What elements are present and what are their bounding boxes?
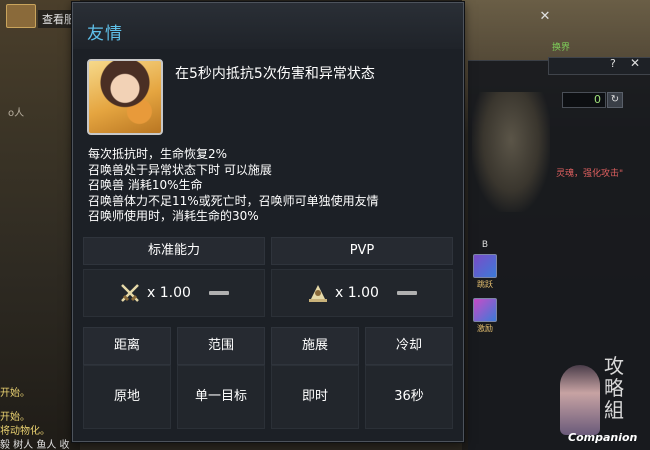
stat-header-cooldown: 冷却 xyxy=(365,327,453,365)
right-status-text: 灵魂，强化攻击" xyxy=(556,169,624,179)
help-icon[interactable]: ? xyxy=(610,57,616,70)
skill-description: 每次抵抗时，生命恢复2% 召唤兽处于异常状态下时 可以施展 召唤兽 消耗10%生… xyxy=(88,147,448,225)
stat-value-range: 原地 xyxy=(83,365,171,429)
left-log-line: 开始。 xyxy=(0,388,30,399)
stat-header-range: 距离 xyxy=(83,327,171,365)
left-bottom-tabs[interactable]: 毅 树人 鱼人 收 xyxy=(0,436,70,450)
ability-value-pvp: x 1.00 xyxy=(271,269,453,317)
stat-value-cast: 即时 xyxy=(271,365,359,429)
right-skill-column: B 跳跃 激励 xyxy=(470,240,500,342)
skill-stats-grid: 距离 范围 施展 冷却 原地 单一目标 即时 36秒 xyxy=(83,327,453,429)
companion-logo-text: Companion xyxy=(568,431,638,444)
ability-header-pvp: PVP xyxy=(271,237,453,265)
left-background-panel xyxy=(0,0,80,450)
cat-portrait xyxy=(472,92,550,212)
close-icon[interactable]: ✕ xyxy=(538,10,552,24)
description-line: 每次抵抗时，生命恢复2% xyxy=(88,147,228,161)
book-icon[interactable] xyxy=(6,4,36,28)
description-line: 召唤兽处于异常状态下时 可以施展 xyxy=(88,162,272,177)
ability-header-standard: 标准能力 xyxy=(83,237,265,265)
bell-pvp-icon xyxy=(307,282,329,304)
left-window-title: 查看服 xyxy=(38,10,76,28)
stat-header-cast: 施展 xyxy=(271,327,359,365)
stat-value-area: 单一目标 xyxy=(177,365,265,429)
skill-label: 激励 xyxy=(477,324,493,333)
companion-watermark: 攻略組 Companion xyxy=(560,355,650,450)
companion-calligraphy: 攻略組 xyxy=(604,354,624,422)
skill-tooltip-dialog: 友情 在5秒内抵抗5次伤害和异常状态 每次抵抗时，生命恢复2% 召唤兽处于异常状… xyxy=(72,2,464,442)
skill-title: 友情 xyxy=(87,24,123,44)
dash-icon xyxy=(396,291,417,295)
reset-icon[interactable]: ↻ xyxy=(607,92,623,108)
right-green-text: 换界 xyxy=(552,43,571,53)
left-side-text: o人 xyxy=(8,108,25,119)
skill-label: 跳跃 xyxy=(477,280,493,289)
description-line: 召唤兽体力不足11%或死亡时，召唤师可单独使用友情 xyxy=(88,193,379,208)
description-line: 召唤兽 消耗10%生命 xyxy=(88,178,203,192)
skill-column-header: B xyxy=(481,240,489,250)
stat-value-cooldown: 36秒 xyxy=(365,365,453,429)
standard-multiplier: x 1.00 xyxy=(147,285,191,301)
stat-header-area: 范围 xyxy=(177,327,265,365)
inspire-skill-icon[interactable] xyxy=(473,298,497,322)
close-icon[interactable]: ✕ xyxy=(630,56,640,70)
ability-value-standard: x 1.00 xyxy=(83,269,265,317)
left-log-line: 开始。 xyxy=(0,412,30,423)
jump-skill-icon[interactable] xyxy=(473,254,497,278)
ability-table: 标准能力 PVP x 1.00 x 1.00 xyxy=(83,237,453,317)
left-log-line: 将动物化。 xyxy=(0,426,50,437)
dash-icon xyxy=(208,291,229,295)
companion-mascot xyxy=(560,365,600,435)
dialog-header xyxy=(73,3,463,49)
skill-portrait-icon xyxy=(87,59,163,135)
pvp-multiplier: x 1.00 xyxy=(335,285,379,301)
description-line: 召唤师使用时，消耗生命的30% xyxy=(88,209,259,223)
crossed-swords-icon xyxy=(119,282,141,304)
counter-field[interactable]: 0 xyxy=(562,92,606,108)
skill-headline: 在5秒内抵抗5次伤害和异常状态 xyxy=(175,66,375,82)
